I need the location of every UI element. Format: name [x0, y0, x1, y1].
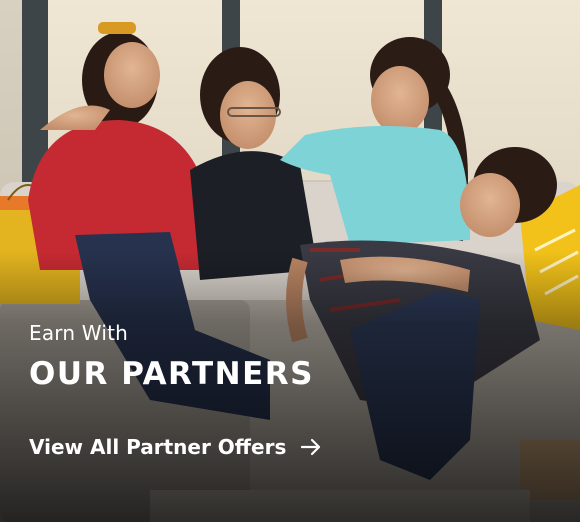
view-partner-offers-link[interactable]: View All Partner Offers [29, 434, 322, 460]
hero-text: Earn With OUR PARTNERS View All Partner … [29, 320, 322, 460]
headline: OUR PARTNERS [29, 356, 314, 392]
arrow-right-icon [301, 438, 321, 456]
partners-card[interactable]: Earn With OUR PARTNERS View All Partner … [0, 0, 580, 522]
eyebrow-text: Earn With [29, 321, 129, 345]
cta-label: View All Partner Offers [29, 435, 287, 459]
